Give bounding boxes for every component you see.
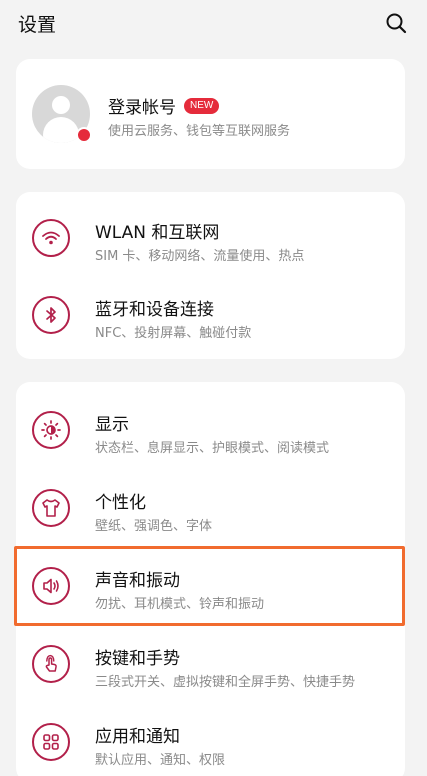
settings-screen: 设置 登录帐号 NEW 使用云服务、钱包等互联网服务 WLAN 和互联网 SIM… [0, 0, 427, 776]
new-badge: NEW [184, 97, 220, 114]
speaker-icon [32, 567, 70, 605]
network-settings-group: WLAN 和互联网 SIM 卡、移动网络、流量使用、热点 蓝牙和设备连接 NFC… [16, 192, 405, 359]
settings-item-sub: SIM 卡、移动网络、流量使用、热点 [95, 249, 305, 264]
settings-item-sub: 壁纸、强调色、字体 [95, 519, 213, 534]
settings-item-label: 个性化 [95, 493, 146, 513]
top-bar: 设置 [0, 0, 427, 46]
settings-item-label: 蓝牙和设备连接 [95, 300, 214, 320]
settings-item-sub: 默认应用、通知、权限 [95, 753, 226, 768]
apps-icon [32, 723, 70, 761]
tshirt-icon [32, 489, 70, 527]
settings-item-sound[interactable]: 声音和振动 勿扰、耳机模式、铃声和振动 [16, 546, 405, 624]
sun-icon [32, 411, 70, 449]
settings-item-label: 应用和通知 [95, 727, 180, 747]
settings-item-label: 按键和手势 [95, 649, 180, 669]
settings-item-display[interactable]: 显示 状态栏、息屏显示、护眼模式、阅读模式 [16, 390, 405, 468]
notification-dot-icon [76, 127, 92, 143]
settings-item-gestures[interactable]: 按键和手势 三段式开关、虚拟按键和全屏手势、快捷手势 [16, 624, 405, 702]
account-card[interactable]: 登录帐号 NEW 使用云服务、钱包等互联网服务 [16, 59, 405, 169]
wifi-icon [32, 219, 70, 257]
settings-item-sub: 三段式开关、虚拟按键和全屏手势、快捷手势 [95, 675, 356, 690]
settings-item-label: 显示 [95, 415, 129, 435]
page-title: 设置 [18, 13, 57, 36]
settings-item-sub: 勿扰、耳机模式、铃声和振动 [95, 597, 265, 612]
settings-item-personalization[interactable]: 个性化 壁纸、强调色、字体 [16, 468, 405, 546]
settings-item-label: WLAN 和互联网 [95, 223, 220, 243]
system-settings-group: 显示 状态栏、息屏显示、护眼模式、阅读模式 个性化 壁纸、强调色、字体 声音和振… [16, 382, 405, 776]
settings-item-sub: NFC、投射屏幕、触碰付款 [95, 326, 252, 341]
account-title: 登录帐号 [108, 98, 176, 118]
settings-item-bluetooth[interactable]: 蓝牙和设备连接 NFC、投射屏幕、触碰付款 [16, 275, 405, 353]
search-icon[interactable] [383, 10, 409, 36]
settings-item-wlan[interactable]: WLAN 和互联网 SIM 卡、移动网络、流量使用、热点 [16, 198, 405, 276]
account-title-row: 登录帐号 NEW [108, 93, 220, 118]
bluetooth-icon [32, 296, 70, 334]
gesture-icon [32, 645, 70, 683]
settings-item-apps[interactable]: 应用和通知 默认应用、通知、权限 [16, 702, 405, 776]
settings-item-label: 声音和振动 [95, 571, 180, 591]
account-subtitle: 使用云服务、钱包等互联网服务 [108, 124, 291, 139]
settings-item-sub: 状态栏、息屏显示、护眼模式、阅读模式 [95, 441, 330, 456]
